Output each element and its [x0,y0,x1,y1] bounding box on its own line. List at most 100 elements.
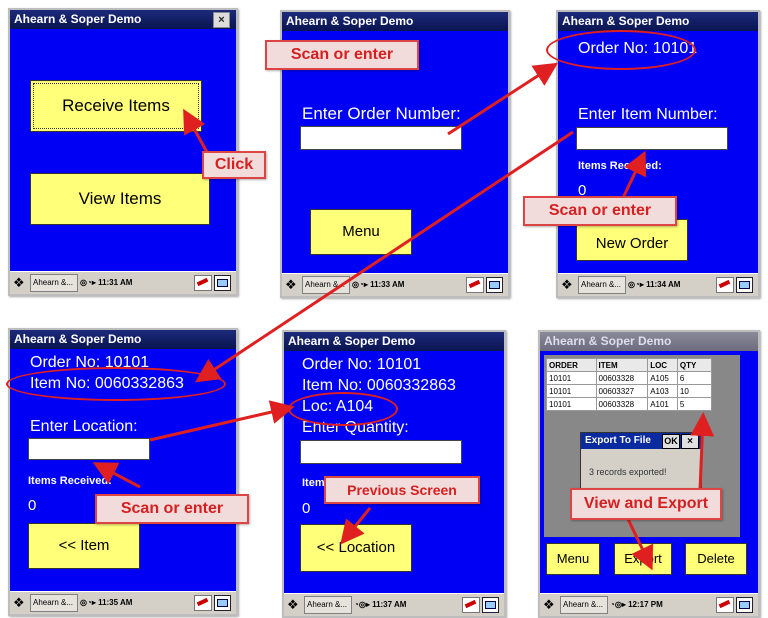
quantity-field[interactable] [300,440,462,464]
cell-loc: A103 [647,384,678,398]
location-field[interactable] [28,438,150,460]
column-loc[interactable]: LOC [647,358,678,372]
receive-items-button[interactable]: Receive Items [30,80,202,132]
view-items-button[interactable]: View Items [30,173,210,225]
clock-text: 12:17 PM [628,600,663,609]
cell-order: 10101 [546,371,597,385]
location-highlight [288,392,398,426]
items-table: ORDER ITEM LOC QTY 10101 00603328 A105 6… [546,358,713,411]
keyboard-icon[interactable] [462,597,480,613]
keyboard-icon[interactable] [194,275,212,291]
window-switch-icon[interactable] [214,275,231,291]
receive-items-label: Receive Items [62,96,170,115]
column-order[interactable]: ORDER [546,358,597,372]
taskbar-app-button[interactable]: Ahearn &... [302,276,350,294]
export-label: Export [624,551,662,566]
taskbar-app-button[interactable]: Ahearn &... [560,596,608,614]
export-dialog: Export To File OK × 3 records exported! [580,432,702,492]
column-item[interactable]: ITEM [595,358,649,372]
taskbar-app-button[interactable]: Ahearn &... [30,594,78,612]
window-title: Ahearn & Soper Demo [10,330,236,349]
items-received-label: Items Received: [578,160,662,172]
delete-button[interactable]: Delete [685,543,747,575]
clock-text: 11:33 AM [370,280,405,289]
export-dialog-title: Export To File [585,435,651,446]
callout-previous-screen: Previous Screen [324,476,480,504]
menu-label: Menu [342,223,380,240]
callout-scan-item: Scan or enter [523,196,677,226]
order-number-field[interactable] [300,126,462,150]
order-number-text: Order No: 10101 [302,356,422,373]
taskbar-app-button[interactable]: Ahearn &... [30,274,78,292]
back-to-item-label: << Item [58,537,110,554]
windows-start-icon[interactable]: ❖ [13,595,28,610]
windows-start-icon[interactable]: ❖ [285,277,300,292]
menu-button[interactable]: Menu [310,209,412,255]
callout-scan-location: Scan or enter [95,494,249,524]
order-number-prompt: Enter Order Number: [302,104,461,123]
table-row[interactable]: 10101 00603328 A105 6 [546,371,713,385]
taskbar: ❖ Ahearn &... ◎◔▸ 11:31 AM [10,271,236,294]
clock-text: 11:34 AM [646,280,681,289]
table-row[interactable]: 10101 00603327 A103 10 [546,384,713,398]
items-received-value: 0 [302,500,311,517]
cell-item: 00603328 [595,397,649,411]
window-switch-icon[interactable] [736,597,753,613]
tray-clock: ◎◔▸ 11:34 AM [628,280,681,289]
cell-item: 00603328 [595,371,649,385]
clock-text: 11:35 AM [98,598,133,607]
windows-start-icon[interactable]: ❖ [561,277,576,292]
back-to-item-button[interactable]: << Item [28,523,140,569]
keyboard-icon[interactable] [194,595,212,611]
clock-text: 11:31 AM [98,278,133,287]
window-switch-icon[interactable] [486,277,503,293]
items-received-value: 0 [28,497,37,514]
taskbar-app-button[interactable]: Ahearn &... [304,596,352,614]
window-switch-icon[interactable] [214,595,231,611]
table-row[interactable]: 10101 00603328 A101 5 [546,397,713,411]
window-title: Ahearn & Soper Demo [284,332,504,351]
tray-clock: ◎◔▸ 11:35 AM [80,598,133,607]
tray-clock: ◎◔▸ 11:31 AM [80,278,133,287]
screen-view-items: Ahearn & Soper Demo ORDER ITEM LOC QTY 1… [538,330,760,618]
taskbar: ❖ Ahearn &... ◎◔▸ 11:33 AM [282,273,508,296]
export-button[interactable]: Export [614,543,672,575]
callout-scan-order: Scan or enter [265,40,419,70]
window-title: Ahearn & Soper Demo [10,10,236,29]
windows-start-icon[interactable]: ❖ [13,275,28,290]
export-dialog-close-button[interactable]: × [681,434,699,449]
tray-clock: ◔◎▸ 12:17 PM [610,600,663,609]
order-number-highlight [546,30,696,70]
taskbar: ❖ Ahearn &... ◔◎▸ 12:17 PM [540,593,758,616]
cell-qty: 10 [676,384,713,398]
callout-view-and-export: View and Export [570,488,722,520]
back-to-location-button[interactable]: << Location [300,524,412,572]
window-title: Ahearn & Soper Demo [540,332,758,351]
item-number-prompt: Enter Item Number: [578,106,718,123]
item-number-field[interactable] [576,127,728,150]
items-received-label: Items Received: [28,475,112,487]
taskbar-app-button[interactable]: Ahearn &... [578,276,626,294]
cell-qty: 6 [676,371,713,385]
keyboard-icon[interactable] [466,277,484,293]
keyboard-icon[interactable] [716,277,734,293]
windows-start-icon[interactable]: ❖ [543,597,558,612]
cell-loc: A101 [647,397,678,411]
menu-label: Menu [556,551,590,566]
window-switch-icon[interactable] [736,277,753,293]
export-dialog-ok-button[interactable]: OK [662,434,680,449]
taskbar: ❖ Ahearn &... ◎◔▸ 11:35 AM [10,591,236,614]
keyboard-icon[interactable] [716,597,734,613]
cell-item: 00603327 [595,384,649,398]
back-to-location-label: << Location [316,539,396,556]
menu-button[interactable]: Menu [546,543,600,575]
windows-start-icon[interactable]: ❖ [287,597,302,612]
table-header-row: ORDER ITEM LOC QTY [546,358,713,372]
column-qty[interactable]: QTY [676,358,713,372]
tray-clock: ◎◔▸ 11:33 AM [352,280,405,289]
callout-click: Click [202,151,266,179]
close-button[interactable]: × [213,12,230,28]
location-prompt: Enter Location: [30,418,138,435]
window-switch-icon[interactable] [482,597,499,613]
cell-qty: 5 [676,397,713,411]
